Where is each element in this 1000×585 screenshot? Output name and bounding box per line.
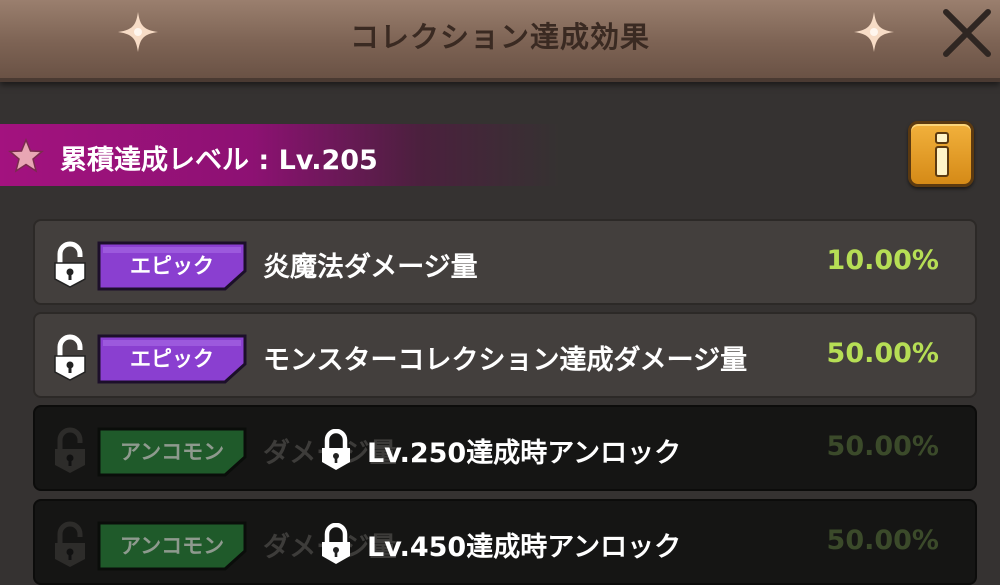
- collection-effect-row-locked: アンコモン ダメージ量 50.00% Lv.250達成時アンロック: [33, 405, 977, 491]
- rarity-tag-uncommon: アンコモン: [97, 521, 247, 571]
- padlock-icon: [322, 429, 350, 470]
- header-bar: コレクション達成効果: [0, 0, 1000, 82]
- unlocked-padlock-icon: [54, 241, 86, 288]
- unlock-requirement-text: Lv.250達成時アンロック: [367, 438, 682, 469]
- padlock-icon: [322, 523, 350, 564]
- cumulative-level-label: 累積達成レベル : Lv.205: [60, 145, 378, 176]
- rarity-tag-epic: エピック: [97, 334, 247, 384]
- collection-effect-row: エピック モンスターコレクション達成ダメージ量 50.00%: [33, 312, 977, 398]
- page-title: コレクション達成効果: [349, 20, 650, 54]
- collection-effect-row-locked: アンコモン ダメージ量 50.00% Lv.450達成時アンロック: [33, 499, 977, 585]
- effect-value: 10.00%: [826, 245, 939, 276]
- unlocked-padlock-icon: [54, 334, 86, 381]
- padlock-icon: [55, 427, 85, 473]
- rarity-tag-epic: エピック: [97, 241, 247, 291]
- close-icon[interactable]: [940, 6, 994, 60]
- star-icon: [8, 138, 44, 173]
- rarity-tag-uncommon: アンコモン: [97, 427, 247, 477]
- cumulative-level-banner: 累積達成レベル : Lv.205: [0, 124, 560, 186]
- effect-name: 炎魔法ダメージ量: [263, 252, 478, 283]
- effect-name: モンスターコレクション達成ダメージ量: [263, 345, 748, 376]
- unlock-requirement-text: Lv.450達成時アンロック: [367, 532, 682, 563]
- effect-value: 50.00%: [826, 338, 939, 369]
- padlock-icon: [55, 521, 85, 567]
- effect-value: 50.00%: [826, 431, 939, 462]
- collection-effect-row: エピック 炎魔法ダメージ量 10.00%: [33, 219, 977, 305]
- info-icon: [935, 132, 949, 177]
- info-button[interactable]: [908, 121, 974, 187]
- sparkle-icon: [854, 12, 894, 52]
- effect-value: 50.00%: [826, 525, 939, 556]
